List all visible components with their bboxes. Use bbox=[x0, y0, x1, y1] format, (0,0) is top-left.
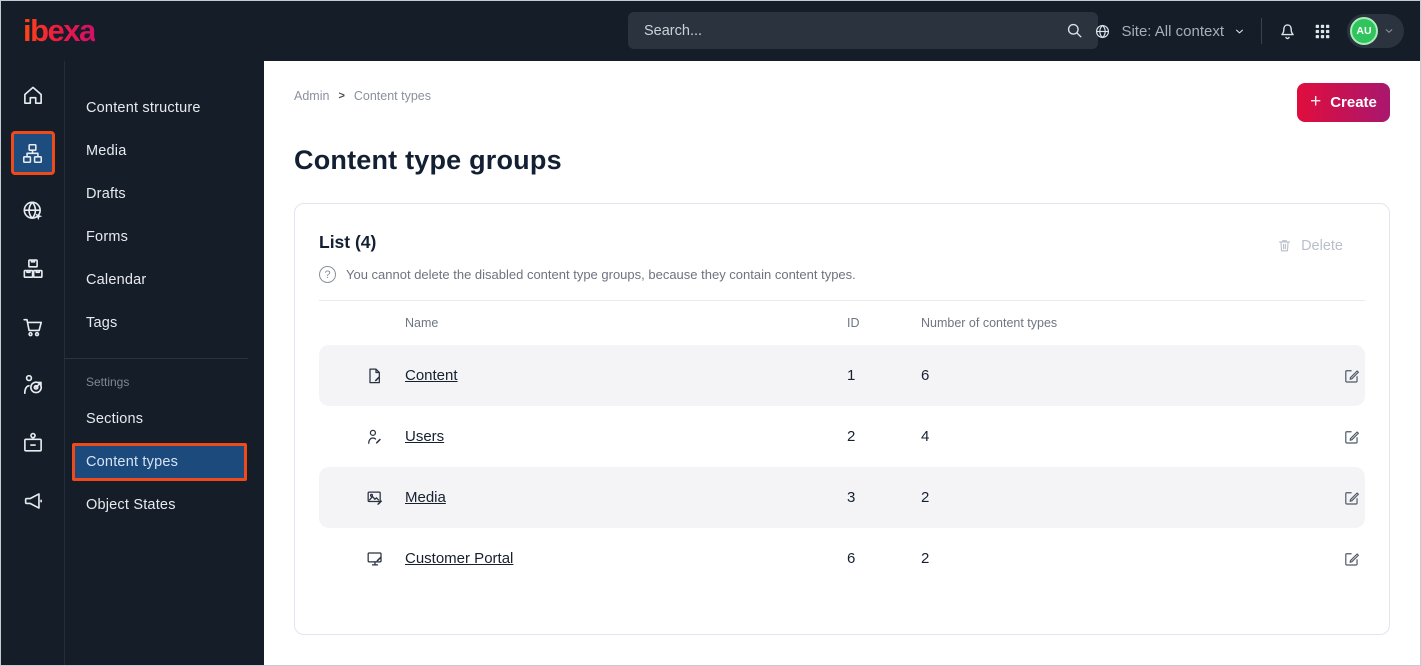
menu-item-label: Drafts bbox=[86, 185, 126, 202]
sidebar-item-personalization[interactable] bbox=[11, 363, 55, 407]
breadcrumb-content-types: Content types bbox=[353, 89, 432, 103]
sidebar-item-dashboard[interactable] bbox=[11, 73, 55, 117]
delete-button-label: Delete bbox=[1301, 237, 1343, 254]
menu-item-label: Forms bbox=[86, 228, 129, 245]
main-content: Admin > Content types + Create Content t… bbox=[264, 61, 1420, 665]
edit-icon[interactable] bbox=[1342, 427, 1365, 446]
group-count: 2 bbox=[921, 550, 930, 567]
breadcrumb-separator: > bbox=[338, 90, 345, 102]
group-count: 6 bbox=[921, 367, 930, 384]
delete-button[interactable]: Delete bbox=[1270, 236, 1349, 255]
chevron-down-icon bbox=[1383, 25, 1395, 37]
search-input[interactable] bbox=[642, 21, 1065, 40]
site-context-selector[interactable]: Site: All context bbox=[1093, 22, 1246, 41]
megaphone-icon bbox=[20, 488, 46, 514]
file-icon bbox=[365, 366, 405, 386]
topbar-divider bbox=[1261, 18, 1262, 44]
site-context-label: Site: All context bbox=[1121, 22, 1224, 40]
cart-icon bbox=[20, 314, 46, 340]
sidebar-item-object-states[interactable]: Object States bbox=[65, 483, 264, 526]
user-menu[interactable]: AU bbox=[1347, 14, 1404, 48]
menu-item-label: Content types bbox=[86, 454, 179, 470]
table-row: Media 3 2 bbox=[319, 467, 1365, 528]
group-link-content[interactable]: Content bbox=[405, 367, 458, 384]
sidebar-item-admin[interactable] bbox=[11, 421, 55, 465]
sidebar-item-products[interactable] bbox=[11, 247, 55, 291]
search-icon[interactable] bbox=[1065, 21, 1084, 40]
edit-icon[interactable] bbox=[1342, 366, 1365, 385]
topbar-actions: Site: All context AU bbox=[1093, 1, 1404, 61]
group-id: 2 bbox=[847, 428, 856, 445]
content-type-groups-card: List (4) Delete ? You cannot delete the … bbox=[294, 203, 1390, 635]
menu-item-label: Media bbox=[86, 142, 127, 159]
top-bar: ibexa Site: All context bbox=[1, 1, 1420, 61]
icon-rail bbox=[1, 61, 65, 665]
sidebar-item-marketing[interactable] bbox=[11, 479, 55, 523]
edit-icon[interactable] bbox=[1342, 488, 1365, 507]
table-row: Customer Portal 6 2 bbox=[319, 528, 1365, 589]
group-count: 4 bbox=[921, 428, 930, 445]
page-title: Content type groups bbox=[294, 145, 562, 175]
table-row: Users 2 4 bbox=[319, 406, 1365, 467]
group-id: 6 bbox=[847, 550, 856, 567]
notifications-bell-icon[interactable] bbox=[1277, 21, 1298, 42]
column-header-name: Name bbox=[405, 316, 439, 330]
column-header-id: ID bbox=[847, 316, 860, 330]
breadcrumb: Admin > Content types bbox=[294, 89, 431, 103]
sidebar-item-drafts[interactable]: Drafts bbox=[65, 172, 264, 215]
ibexa-logo: ibexa bbox=[23, 13, 96, 48]
app-window: ibexa Site: All context bbox=[0, 0, 1421, 666]
image-icon bbox=[365, 488, 405, 508]
menu-item-label: Sections bbox=[86, 410, 144, 427]
sidebar-item-tags[interactable]: Tags bbox=[65, 301, 264, 344]
sidebar-item-site[interactable] bbox=[11, 189, 55, 233]
sidebar-item-sections[interactable]: Sections bbox=[65, 397, 264, 440]
info-text: You cannot delete the disabled content t… bbox=[346, 267, 856, 282]
chevron-down-icon bbox=[1233, 25, 1246, 38]
column-header-count: Number of content types bbox=[921, 316, 1058, 330]
global-search[interactable] bbox=[628, 12, 1098, 49]
plus-icon: + bbox=[1310, 91, 1322, 112]
breadcrumb-admin[interactable]: Admin bbox=[294, 89, 329, 103]
group-link-users[interactable]: Users bbox=[405, 428, 444, 445]
menu-item-label: Object States bbox=[86, 496, 176, 513]
sidebar-section-settings: Settings bbox=[65, 358, 248, 395]
table-row: Content 1 6 bbox=[319, 345, 1365, 406]
help-icon: ? bbox=[319, 266, 336, 283]
group-id: 3 bbox=[847, 489, 856, 506]
menu-item-label: Content structure bbox=[86, 99, 201, 116]
app-grid-icon[interactable] bbox=[1313, 22, 1332, 41]
globe-cursor-icon bbox=[20, 198, 46, 224]
trash-icon bbox=[1276, 237, 1293, 254]
menu-item-label: Tags bbox=[86, 314, 118, 331]
sidebar-item-forms[interactable]: Forms bbox=[65, 215, 264, 258]
sidebar-item-content[interactable] bbox=[10, 131, 55, 175]
avatar: AU bbox=[1350, 17, 1378, 45]
sidebar-item-media[interactable]: Media bbox=[65, 129, 264, 172]
table-header: Name ID Number of content types bbox=[319, 301, 1365, 345]
menu-item-label: Calendar bbox=[86, 271, 147, 288]
group-link-media[interactable]: Media bbox=[405, 489, 446, 506]
secondary-sidebar: Content structure Media Drafts Forms Cal… bbox=[65, 61, 264, 665]
group-link-customer-portal[interactable]: Customer Portal bbox=[405, 550, 513, 567]
sidebar-item-calendar[interactable]: Calendar bbox=[65, 258, 264, 301]
list-title: List (4) bbox=[319, 232, 377, 252]
sidebar-item-content-structure[interactable]: Content structure bbox=[65, 86, 264, 129]
sidebar-item-content-types[interactable]: Content types bbox=[72, 443, 247, 481]
sidebar-item-commerce[interactable] bbox=[11, 305, 55, 349]
id-badge-icon bbox=[20, 430, 46, 456]
create-button-label: Create bbox=[1330, 94, 1377, 111]
group-id: 1 bbox=[847, 367, 856, 384]
sitemap-icon bbox=[20, 141, 45, 166]
edit-icon[interactable] bbox=[1342, 549, 1365, 568]
globe-icon bbox=[1093, 22, 1112, 41]
monitor-icon bbox=[365, 549, 405, 569]
home-icon bbox=[20, 82, 46, 108]
user-icon bbox=[365, 427, 405, 447]
audience-target-icon bbox=[20, 372, 46, 398]
packages-icon bbox=[20, 256, 46, 282]
create-button[interactable]: + Create bbox=[1297, 83, 1390, 122]
group-count: 2 bbox=[921, 489, 930, 506]
